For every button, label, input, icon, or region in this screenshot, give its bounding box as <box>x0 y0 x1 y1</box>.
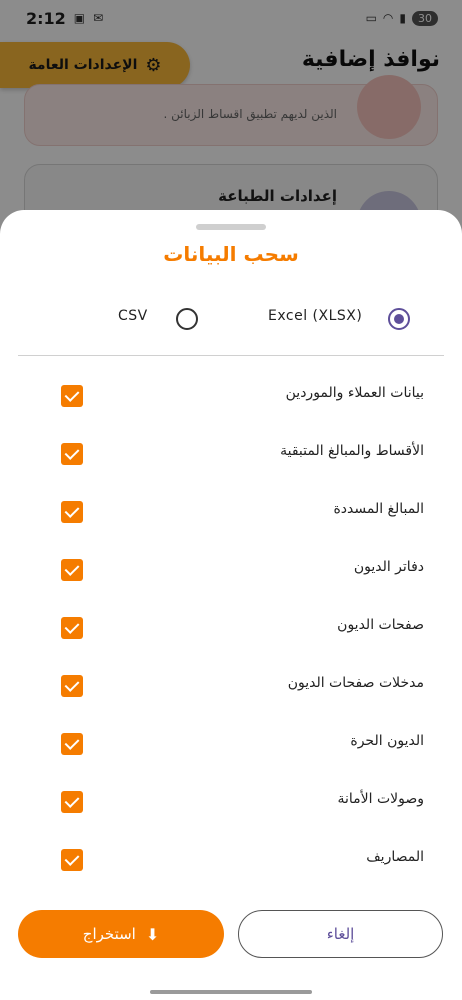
list-item[interactable]: وصولات الأمانة <box>0 776 462 834</box>
format-label-xlsx[interactable]: Excel (XLSX) <box>268 308 362 324</box>
list-item[interactable]: المصاريف <box>0 834 462 892</box>
sheet-title: سحب البيانات <box>163 242 299 266</box>
home-indicator[interactable] <box>150 990 312 994</box>
checkbox-debt-page-entries[interactable] <box>61 675 83 697</box>
cancel-button[interactable]: إلغاء <box>238 910 443 958</box>
checkbox-free-debts[interactable] <box>61 733 83 755</box>
sheet-drag-handle[interactable] <box>196 224 266 230</box>
item-label: بيانات العملاء والموردين <box>285 385 424 401</box>
item-label: وصولات الأمانة <box>337 791 424 807</box>
list-item[interactable]: الأقساط والمبالغ المتبقية <box>0 428 462 486</box>
data-items-list: بيانات العملاء والموردين الأقساط والمبال… <box>0 370 462 892</box>
checkbox-customers[interactable] <box>61 385 83 407</box>
radio-csv[interactable] <box>176 308 198 330</box>
divider <box>18 355 444 356</box>
item-label: صفحات الديون <box>337 617 424 633</box>
checkbox-expenses[interactable] <box>61 849 83 871</box>
download-icon: ⬇ <box>145 924 160 944</box>
list-item[interactable]: بيانات العملاء والموردين <box>0 370 462 428</box>
item-label: المصاريف <box>366 849 424 865</box>
item-label: الديون الحرة <box>350 733 424 749</box>
checkbox-installments[interactable] <box>61 443 83 465</box>
export-data-sheet: سحب البيانات Excel (XLSX) CSV بيانات الع… <box>0 210 462 1000</box>
checkbox-trust-receipts[interactable] <box>61 791 83 813</box>
item-label: مدخلات صفحات الديون <box>287 675 424 691</box>
checkbox-debt-books[interactable] <box>61 559 83 581</box>
format-label-csv[interactable]: CSV <box>118 308 148 324</box>
list-item[interactable]: دفاتر الديون <box>0 544 462 602</box>
list-item[interactable]: صفحات الديون <box>0 602 462 660</box>
list-item[interactable]: المبالغ المسددة <box>0 486 462 544</box>
format-selector: Excel (XLSX) CSV <box>0 302 462 342</box>
radio-xlsx[interactable] <box>388 308 410 330</box>
item-label: المبالغ المسددة <box>333 501 424 517</box>
list-item[interactable]: مدخلات صفحات الديون <box>0 660 462 718</box>
item-label: دفاتر الديون <box>353 559 424 575</box>
extract-label: استخراج <box>82 925 136 943</box>
list-item[interactable]: الديون الحرة <box>0 718 462 776</box>
item-label: الأقساط والمبالغ المتبقية <box>280 443 424 459</box>
extract-button[interactable]: ⬇ استخراج <box>18 910 224 958</box>
checkbox-debt-pages[interactable] <box>61 617 83 639</box>
checkbox-paid-amounts[interactable] <box>61 501 83 523</box>
cancel-label: إلغاء <box>326 925 355 943</box>
